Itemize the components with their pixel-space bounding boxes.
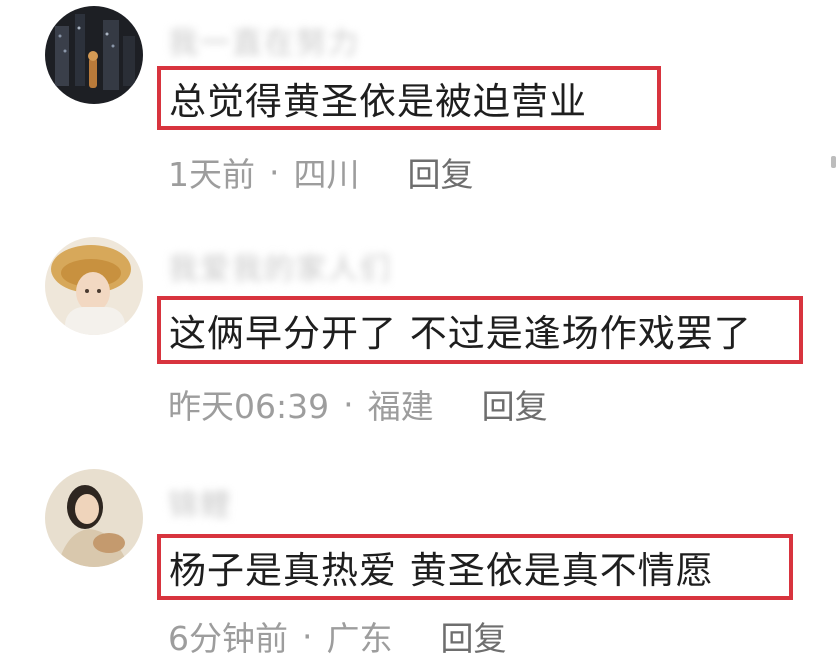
avatar-woman-portrait-icon (45, 469, 143, 567)
username[interactable]: 锦鲤 (168, 480, 232, 524)
comment-location: 广东 (326, 619, 393, 658)
username[interactable]: 我一直在努力 (168, 18, 360, 62)
comment-time: 昨天06:39 (168, 387, 330, 426)
comment-time: 6分钟前 (168, 619, 288, 658)
user-avatar[interactable] (45, 6, 143, 104)
scroll-indicator[interactable] (831, 156, 836, 168)
reply-button[interactable]: 回复 (408, 148, 474, 196)
comment-content-highlight: 总觉得黄圣依是被迫营业 (157, 66, 661, 130)
avatar-straw-hat-icon (45, 237, 143, 335)
reply-button[interactable]: 回复 (441, 612, 507, 660)
separator-dot: · (343, 384, 354, 424)
user-avatar[interactable] (45, 469, 143, 567)
comment-location: 四川 (293, 155, 360, 194)
comment-meta: 1天前 · 四川 回复 (168, 148, 474, 196)
comment-content-highlight: 杨子是真热爱 黄圣依是真不情愿 (157, 534, 793, 600)
comment-meta: 昨天06:39 · 福建 回复 (168, 380, 548, 428)
comment-text: 杨子是真热爱 黄圣依是真不情愿 (169, 549, 714, 592)
comment-content-highlight: 这俩早分开了 不过是逢场作戏罢了 (157, 296, 803, 364)
user-avatar[interactable] (45, 237, 143, 335)
comment-time: 1天前 (168, 155, 255, 194)
comment-text: 总觉得黄圣依是被迫营业 (169, 80, 587, 123)
comment-location: 福建 (367, 387, 434, 426)
avatar-dark-city-icon (45, 6, 143, 104)
username[interactable]: 我爱我的家人们 (168, 244, 392, 288)
separator-dot: · (302, 616, 313, 656)
comment-text: 这俩早分开了 不过是逢场作戏罢了 (169, 312, 752, 355)
reply-button[interactable]: 回复 (482, 380, 548, 428)
comment-meta: 6分钟前 · 广东 回复 (168, 612, 507, 660)
separator-dot: · (269, 152, 280, 192)
